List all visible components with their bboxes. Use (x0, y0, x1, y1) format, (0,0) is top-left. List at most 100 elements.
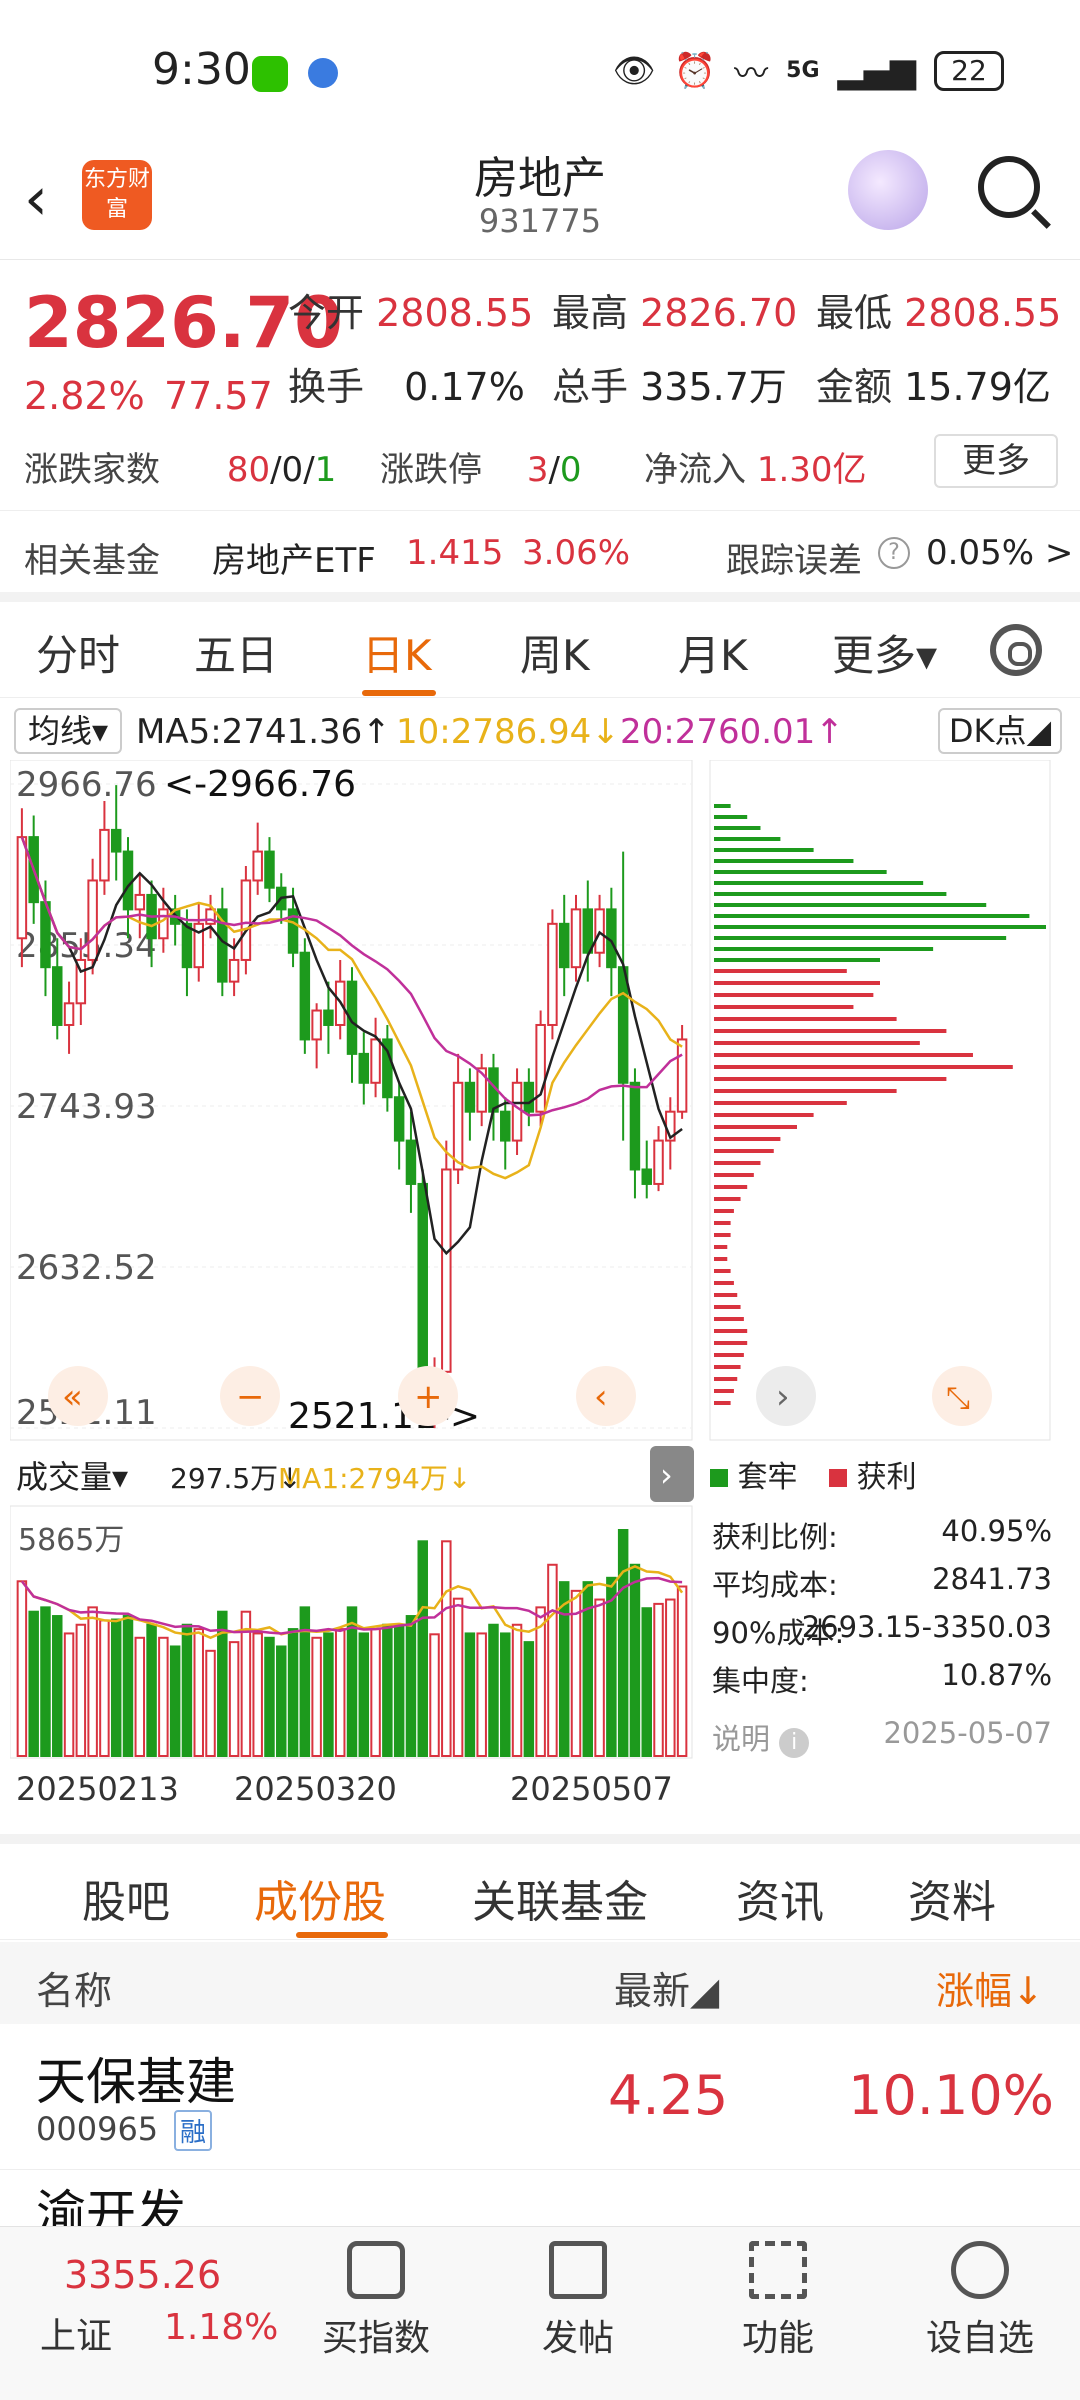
high-item: 最高 2826.70 (552, 282, 797, 337)
volume-bar (99, 1619, 110, 1758)
volume-selector[interactable]: 成交量▾ (16, 1458, 128, 1496)
chip-bar-profit (714, 1317, 744, 1321)
tab-related-funds[interactable]: 关联基金 (472, 1866, 648, 1930)
volume-toggle-arrow[interactable]: › (650, 1446, 694, 1502)
zoom-out-button[interactable]: − (220, 1366, 280, 1426)
chip-bar-profit (714, 1041, 920, 1045)
index-name[interactable]: 上证 (40, 2307, 112, 2359)
ma20-value: 20:2760.01↑ (620, 712, 844, 752)
candle-body (323, 1009, 334, 1026)
tracking-value[interactable]: 0.05% > (926, 533, 1073, 573)
fund-name[interactable]: 房地产ETF (212, 533, 376, 582)
prev-button[interactable]: ‹ (576, 1366, 636, 1426)
dk-point-button[interactable]: DK点◢ (938, 708, 1062, 754)
tab-forum[interactable]: 股吧 (82, 1866, 170, 1930)
col-change[interactable]: 涨幅↓ (936, 1960, 1044, 2015)
search-icon[interactable] (978, 156, 1040, 218)
volume-bar (641, 1607, 652, 1757)
volume-bar (488, 1623, 499, 1757)
gear-icon[interactable] (990, 624, 1042, 676)
chip-bar-profit (714, 1281, 734, 1285)
tab-more[interactable]: 更多▾ (832, 622, 937, 683)
functions-button[interactable]: 功能 (708, 2227, 848, 2361)
chart-trend-icon (347, 2241, 405, 2299)
volume-bar (676, 1585, 688, 1757)
avg-cost-label: 平均成本: (712, 1568, 838, 1602)
expand-icon[interactable]: ⤡ (932, 1366, 992, 1426)
chip-bar-trapped (714, 804, 731, 808)
ma-selector[interactable]: 均线▾ (14, 708, 122, 754)
tab-news[interactable]: 资讯 (736, 1866, 824, 1930)
buy-index-button[interactable]: 买指数 (306, 2227, 446, 2361)
info-icon[interactable]: i (779, 1728, 810, 1758)
candle-body (99, 828, 110, 882)
candle-body (311, 1009, 322, 1041)
candle-body (570, 908, 582, 969)
breadth-sep: / (270, 450, 282, 490)
chip-bar-trapped (714, 958, 880, 962)
ai-assistant-icon[interactable] (848, 150, 928, 230)
post-button[interactable]: 发帖 (508, 2227, 648, 2361)
content-tabs: 股吧 成份股 关联基金 资讯 资料 (0, 1844, 1080, 1940)
concentration-row: 集中度: 10.87% (712, 1658, 1052, 1700)
col-name: 名称 (36, 1969, 113, 2013)
fund-price: 1.415 (406, 533, 504, 573)
note-label[interactable]: 说明 (712, 1722, 770, 1756)
tab-profile[interactable]: 资料 (908, 1866, 996, 1930)
zoom-out-left-button[interactable]: « (48, 1366, 108, 1426)
volume-bar (358, 1632, 370, 1758)
status-time: 9:30 (152, 44, 251, 95)
candle-body (158, 908, 169, 940)
next-button[interactable]: › (756, 1366, 816, 1426)
table-row[interactable]: 天保基建 000965 融 4.25 10.10% (0, 2024, 1080, 2170)
index-pct: 1.18% (164, 2307, 279, 2348)
zoom-in-button[interactable]: + (398, 1366, 458, 1426)
buy-index-label: 买指数 (321, 2318, 430, 2359)
volume-bar (405, 1615, 417, 1757)
index-price[interactable]: 3355.26 (64, 2253, 221, 2297)
help-icon[interactable]: ? (878, 537, 910, 569)
volume-bar (276, 1645, 287, 1758)
stock-price: 4.25 (608, 2064, 729, 2127)
related-fund-row[interactable]: 相关基金 房地产ETF 1.415 3.06% 跟踪误差 ? 0.05% > (0, 510, 1080, 590)
netflow-label: 净流入 (644, 450, 746, 490)
limit-up: 3 (526, 450, 549, 490)
chip-bar-profit (714, 1065, 1013, 1069)
post-label: 发帖 (541, 2318, 614, 2359)
col-latest[interactable]: 最新◢ (614, 1960, 719, 2015)
tab-active-indicator (362, 690, 436, 696)
candle-body (110, 828, 122, 853)
volume-bar (87, 1606, 98, 1757)
chip-bar-trapped (714, 947, 934, 951)
volume-bar (122, 1615, 134, 1757)
table-row-partial[interactable]: 渝开发 (36, 2174, 186, 2226)
high-value: 2826.70 (640, 291, 798, 335)
change-percent: 2.82% (24, 374, 145, 418)
volume-bar (535, 1606, 546, 1757)
candle-body (582, 908, 594, 954)
candle-body (500, 1110, 511, 1142)
tab-weekly-k[interactable]: 周K (520, 622, 590, 683)
add-watchlist-label: 设自选 (925, 2318, 1034, 2359)
volume-bar (500, 1632, 511, 1758)
chip-bar-profit (714, 1377, 738, 1381)
note-row[interactable]: 说明 i 2025-05-07 (712, 1716, 1052, 1758)
chip-bar-profit (714, 1245, 728, 1249)
tab-five-day[interactable]: 五日 (194, 622, 278, 683)
concentration-value: 10.87% (941, 1658, 1052, 1692)
candle-body (653, 1139, 664, 1185)
tracking-label: 跟踪误差 (726, 541, 862, 581)
volume-bar (110, 1618, 122, 1757)
volume-bar (193, 1628, 204, 1757)
more-button[interactable]: 更多 (934, 434, 1058, 488)
chip-bar-profit (714, 1101, 847, 1105)
chip-bar-trapped (714, 892, 947, 896)
tab-intraday[interactable]: 分时 (36, 622, 120, 683)
tab-constituents[interactable]: 成份股 (254, 1866, 386, 1930)
candle-body (405, 1139, 417, 1185)
change-value: 77.57 (164, 374, 273, 418)
tab-monthly-k[interactable]: 月K (678, 622, 748, 683)
tab-daily-k[interactable]: 日K (362, 622, 432, 683)
stock-code: 000965 (36, 2110, 159, 2148)
add-watchlist-button[interactable]: 设自选 (910, 2227, 1050, 2361)
